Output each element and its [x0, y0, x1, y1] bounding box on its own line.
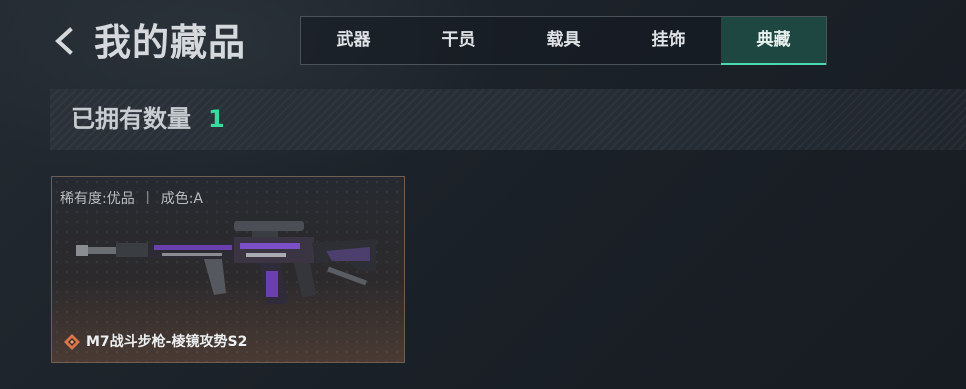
owned-count-value: 1 [208, 105, 225, 133]
tab-collection[interactable]: 典藏 [721, 17, 826, 65]
attribute-separator: 丨 [140, 191, 155, 207]
tab-charms[interactable]: 挂饰 [616, 17, 721, 64]
item-rarity: 稀有度:优品 [60, 191, 135, 207]
rarity-diamond-icon [64, 334, 80, 350]
rifle-image [76, 221, 376, 305]
item-condition: 成色:A [160, 191, 204, 207]
tab-operators[interactable]: 干员 [406, 17, 511, 64]
item-name: M7战斗步枪-棱镜攻势S2 [86, 334, 248, 350]
owned-count-bar: 已拥有数量 1 [50, 89, 966, 150]
tab-vehicles[interactable]: 载具 [511, 17, 616, 64]
tab-weapons[interactable]: 武器 [301, 17, 406, 64]
chevron-left-icon [55, 27, 73, 55]
page-title: 我的藏品 [94, 21, 246, 64]
item-card[interactable]: 稀有度:优品丨成色:A M7战斗步枪-棱镜攻势S2 [51, 176, 405, 363]
back-button[interactable] [50, 24, 82, 58]
item-attributes: 稀有度:优品丨成色:A [60, 188, 203, 208]
category-tabs: 武器 干员 载具 挂饰 典藏 [300, 16, 827, 65]
owned-count-label: 已拥有数量 [71, 105, 191, 133]
